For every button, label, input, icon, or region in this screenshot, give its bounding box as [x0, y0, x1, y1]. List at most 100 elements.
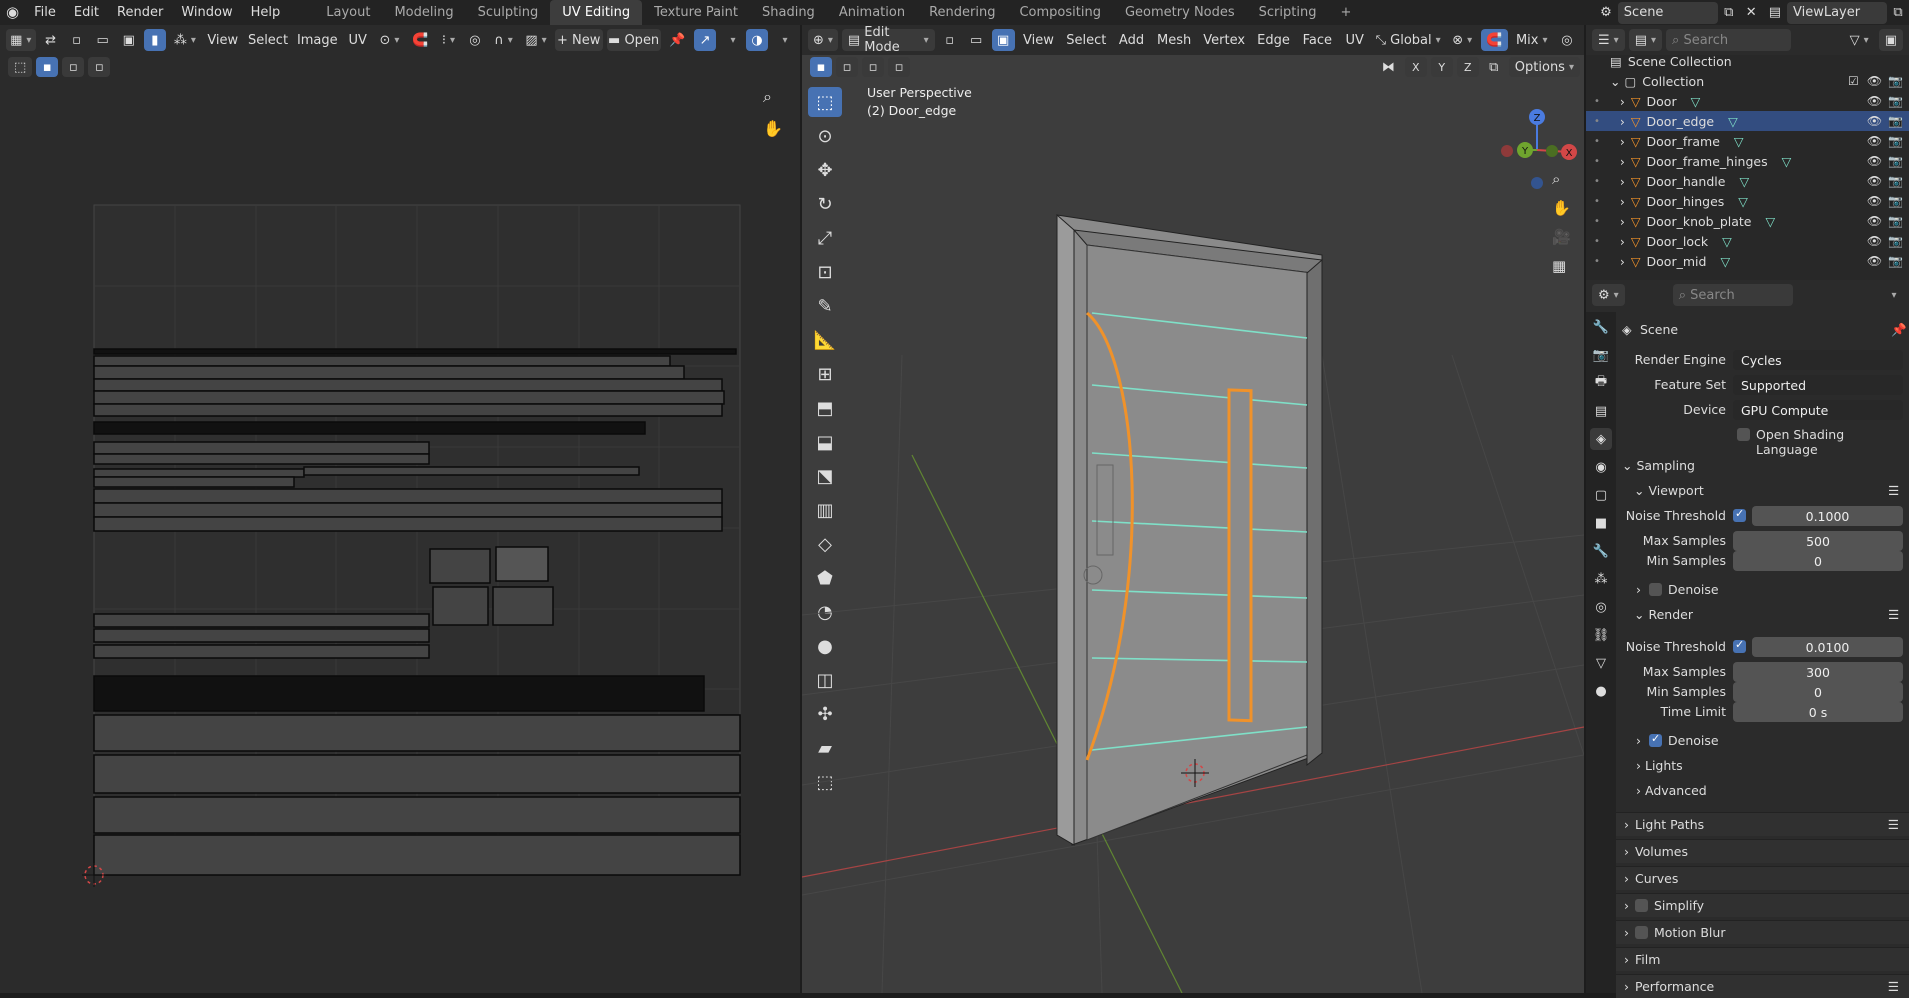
face-mode-icon[interactable]: ▣	[991, 29, 1015, 51]
add-workspace-button[interactable]: +	[1328, 0, 1363, 25]
expand-chevron-icon[interactable]: ›	[1620, 154, 1625, 169]
view-layer-tab-icon[interactable]: ▤	[1589, 400, 1613, 422]
vp-menu-select[interactable]: Select	[1062, 29, 1110, 51]
render-subpanel[interactable]: ⌄ Render	[1634, 607, 1693, 622]
render-tab-icon[interactable]: 📷	[1587, 344, 1615, 366]
output-tab-icon[interactable]: 🖶	[1589, 372, 1613, 394]
vp-menu-edge[interactable]: Edge	[1253, 29, 1294, 51]
vp-menu-mesh[interactable]: Mesh	[1153, 29, 1196, 51]
outliner-item-door-hinges[interactable]: • › ▽ Door_hinges ▽ 👁 📷	[1586, 191, 1909, 211]
proportional-icon[interactable]: ◎	[1556, 29, 1578, 51]
world-tab-icon[interactable]: ◉	[1589, 456, 1612, 478]
physics-tab-icon[interactable]: ◎	[1589, 596, 1612, 618]
lights-subpanel[interactable]: › Lights	[1636, 758, 1683, 773]
constraints-tab-icon[interactable]: ⛓	[1587, 624, 1616, 646]
render-camera-icon[interactable]: 📷	[1888, 154, 1903, 168]
tool-tab-icon[interactable]: 🔧	[1587, 316, 1615, 338]
collection-row[interactable]: ⌄ ▢ Collection ☑ 👁 📷	[1586, 71, 1909, 91]
visibility-eye-icon[interactable]: 👁	[1867, 174, 1882, 188]
particles-tab-icon[interactable]: ⁂	[1589, 568, 1614, 590]
scene-collection-row[interactable]: ▤ Scene Collection	[1586, 51, 1909, 71]
r-noise-checkbox[interactable]	[1733, 638, 1746, 653]
object-tab-icon[interactable]: ■	[1589, 512, 1613, 534]
menu-help[interactable]: Help	[242, 0, 290, 25]
tab-rendering[interactable]: Rendering	[917, 0, 1007, 25]
vp-menu-uv[interactable]: UV	[1340, 29, 1369, 51]
viewlayer-name-field[interactable]: ViewLayer	[1787, 1, 1887, 24]
blender-logo-icon[interactable]: ◉	[0, 0, 25, 25]
filter-icon[interactable]: ▽	[1844, 29, 1875, 51]
tab-modeling[interactable]: Modeling	[382, 0, 465, 25]
tab-layout[interactable]: Layout	[314, 0, 382, 25]
vp-noise-field[interactable]: 0.1000	[1752, 506, 1903, 526]
outliner-item-door[interactable]: • › ▽ Door ▽ 👁 📷	[1586, 91, 1909, 111]
render-camera-icon[interactable]: 📷	[1888, 74, 1903, 88]
properties-search-field[interactable]: ⌕ Search	[1672, 284, 1793, 306]
sampling-header[interactable]: ⌄ Sampling	[1622, 458, 1695, 473]
scene-selector-icon[interactable]: ⚙	[1594, 2, 1618, 24]
panel-enable-checkbox[interactable]	[1635, 926, 1648, 939]
r-min-samples-field[interactable]: 0	[1733, 682, 1903, 702]
render-camera-icon[interactable]: 📷	[1888, 214, 1903, 228]
render-camera-icon[interactable]: 📷	[1888, 194, 1903, 208]
device-dropdown[interactable]: GPU Compute	[1733, 400, 1903, 420]
snap-toggle-icon[interactable]: 🧲	[1481, 29, 1508, 51]
outliner-item-door-edge[interactable]: • › ▽ Door_edge ▽ 👁 📷	[1586, 111, 1909, 131]
expand-chevron-icon[interactable]: ›	[1620, 254, 1625, 269]
panel-simplify[interactable]: › Simplify	[1616, 893, 1909, 917]
panel-motion-blur[interactable]: › Motion Blur	[1616, 920, 1909, 944]
visibility-eye-icon[interactable]: 👁	[1867, 194, 1882, 208]
feature-set-dropdown[interactable]: Supported	[1733, 375, 1903, 395]
expand-chevron-icon[interactable]: ›	[1620, 94, 1625, 109]
tab-texture-paint[interactable]: Texture Paint	[642, 0, 750, 25]
outliner-item-door-knob-plate[interactable]: • › ▽ Door_knob_plate ▽ 👁 📷	[1586, 211, 1909, 231]
vp-min-samples-field[interactable]: 0	[1733, 551, 1903, 571]
vertex-mode-icon[interactable]: ▫	[939, 29, 961, 51]
vp-denoise-checkbox[interactable]	[1649, 583, 1662, 596]
advanced-subpanel[interactable]: › Advanced	[1636, 783, 1707, 798]
scene-name-field[interactable]: Scene	[1617, 1, 1718, 24]
render-presets-icon[interactable]: ☰	[1888, 607, 1899, 622]
tab-geometry-nodes[interactable]: Geometry Nodes	[1113, 0, 1247, 25]
r-time-limit-field[interactable]: 0 s	[1733, 702, 1903, 722]
render-camera-icon[interactable]: 📷	[1888, 234, 1903, 248]
panel-enable-checkbox[interactable]	[1635, 899, 1648, 912]
panel-performance[interactable]: › Performance ☰	[1616, 974, 1909, 998]
tab-animation[interactable]: Animation	[827, 0, 917, 25]
viewport-editor-type-icon[interactable]: ⊕	[808, 29, 838, 51]
outliner-item-door-lock[interactable]: • › ▽ Door_lock ▽ 👁 📷	[1586, 231, 1909, 251]
panel-light-paths[interactable]: › Light Paths ☰	[1616, 812, 1909, 836]
outliner-search-field[interactable]: ⌕ Search	[1666, 29, 1792, 51]
expand-chevron-icon[interactable]: ›	[1620, 174, 1625, 189]
expand-chevron-icon[interactable]: ›	[1620, 214, 1625, 229]
expand-chevron-icon[interactable]: ›	[1620, 114, 1625, 129]
properties-options-icon[interactable]	[1881, 284, 1903, 306]
panel-presets-icon[interactable]: ☰	[1888, 817, 1899, 832]
outliner-editor-icon[interactable]: ☰	[1592, 29, 1625, 51]
data-tab-icon[interactable]: ▽	[1590, 652, 1612, 674]
render-camera-icon[interactable]: 📷	[1888, 254, 1903, 268]
tab-compositing[interactable]: Compositing	[1007, 0, 1113, 25]
visibility-eye-icon[interactable]: 👁	[1867, 234, 1882, 248]
menu-window[interactable]: Window	[172, 0, 241, 25]
render-camera-icon[interactable]: 📷	[1888, 174, 1903, 188]
vp-denoise-subpanel[interactable]: ›	[1636, 582, 1645, 597]
pivot-point-icon[interactable]: ⊗	[1447, 29, 1477, 51]
collection-tab-icon[interactable]: ▢	[1589, 484, 1613, 506]
r-max-samples-field[interactable]: 300	[1733, 662, 1903, 682]
snap-mix-dropdown[interactable]: Mix	[1512, 29, 1552, 51]
visibility-eye-icon[interactable]: 👁	[1867, 114, 1882, 128]
menu-render[interactable]: Render	[108, 0, 172, 25]
modifier-tab-icon[interactable]: 🔧	[1587, 540, 1615, 562]
visibility-eye-icon[interactable]: 👁	[1867, 94, 1882, 108]
viewport-subpanel[interactable]: ⌄ Viewport	[1634, 483, 1704, 498]
menu-file[interactable]: File	[25, 0, 65, 25]
vp-menu-vertex[interactable]: Vertex	[1199, 29, 1248, 51]
vp-noise-checkbox[interactable]	[1733, 507, 1746, 522]
osl-checkbox[interactable]	[1737, 428, 1750, 441]
panel-volumes[interactable]: › Volumes	[1616, 839, 1909, 863]
tab-sculpting[interactable]: Sculpting	[466, 0, 551, 25]
render-camera-icon[interactable]: 📷	[1888, 114, 1903, 128]
vp-menu-view[interactable]: View	[1019, 29, 1059, 51]
render-engine-dropdown[interactable]: Cycles	[1733, 350, 1903, 370]
